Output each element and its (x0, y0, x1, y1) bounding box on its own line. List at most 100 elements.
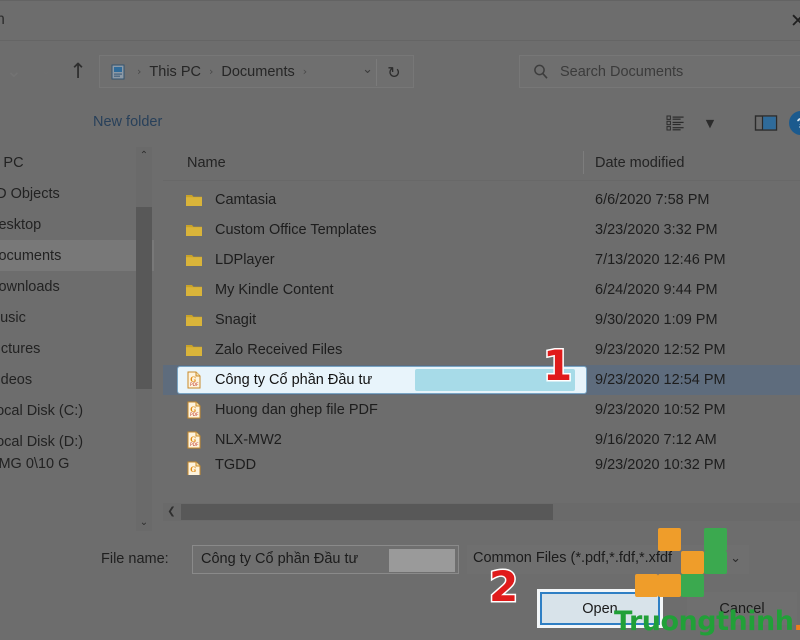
table-row[interactable]: Snagit 9/30/2020 1:09 PM (163, 305, 800, 335)
pdf-file-icon: PDF G (185, 401, 203, 419)
folder-icon (185, 281, 203, 299)
scroll-left-icon[interactable]: ❮ (163, 503, 180, 521)
up-one-level-button[interactable]: ↑ (63, 56, 93, 86)
file-date: 9/23/2020 12:52 PM (595, 342, 726, 358)
folder-icon (185, 341, 203, 359)
file-name: Huong dan ghep file PDF (215, 402, 378, 418)
table-row[interactable]: My Kindle Content 6/24/2020 9:44 PM (163, 275, 800, 305)
redaction-overlay (389, 549, 455, 572)
watermark-square (704, 551, 727, 574)
watermark-square (681, 574, 704, 597)
file-name: Snagit (215, 312, 257, 328)
address-divider (376, 59, 377, 86)
file-name: NLX-MW2 (215, 432, 282, 448)
folder-icon (185, 251, 203, 269)
chevron-down-icon[interactable]: ⌄ (362, 62, 373, 77)
table-row[interactable]: PDF G NLX-MW2 9/16/2020 7:12 AM (163, 425, 800, 455)
file-name: Camtasia (215, 192, 277, 208)
scroll-down-icon[interactable]: ⌄ (136, 514, 152, 531)
file-name: Custom Office Templates (215, 222, 377, 238)
sidebar-item-music[interactable]: Music (0, 302, 154, 333)
search-box[interactable]: Search Documents (519, 55, 800, 88)
table-row[interactable]: Custom Office Templates 3/23/2020 3:32 P… (163, 215, 800, 245)
svg-text:G: G (190, 465, 196, 474)
svg-text:G: G (190, 375, 196, 384)
table-row-selected[interactable]: PDF G Công ty Cổ phần Đầu tư 9/23/2020 1… (163, 365, 800, 395)
file-name: Công ty Cổ phần Đầu tư (215, 372, 373, 388)
command-bar: anize ▼ New folder (0, 100, 800, 146)
svg-text:G: G (190, 405, 196, 414)
file-date: 9/16/2020 7:12 AM (595, 432, 717, 448)
refresh-icon[interactable]: ↻ (381, 61, 407, 84)
new-folder-button[interactable]: New folder (93, 114, 162, 130)
table-row[interactable]: Camtasia 6/6/2020 7:58 PM (163, 185, 800, 215)
folder-icon (185, 221, 203, 239)
sidebar-item-videos[interactable]: Videos (0, 364, 154, 395)
file-name-value: Công ty Cổ phần Đầu tư (201, 551, 359, 567)
file-list-hscrollbar[interactable]: ❮ ❯ (163, 503, 800, 521)
column-divider[interactable] (583, 151, 584, 174)
file-date: 9/23/2020 10:32 PM (595, 457, 726, 473)
folder-icon (185, 311, 203, 329)
table-row[interactable]: G TGDD 9/23/2020 10:32 PM (163, 455, 800, 475)
close-icon[interactable]: ✕ (777, 7, 800, 35)
sidebar-scrollbar[interactable]: ⌃ ⌄ (136, 147, 152, 531)
sidebar-item-label: Documents (0, 247, 62, 264)
column-header-name[interactable]: Name (187, 155, 226, 171)
sidebar-item-desktop[interactable]: Desktop (0, 209, 154, 240)
navigation-bar: → ⌄ ⌄ ↑ › This PC › Documents › ⌄ (0, 42, 800, 100)
watermark-square (704, 528, 727, 551)
file-rows: Camtasia 6/6/2020 7:58 PM Custom Office … (163, 185, 800, 475)
file-date: 9/23/2020 12:54 PM (595, 372, 726, 388)
watermark-square (681, 551, 704, 574)
view-options-caret-icon[interactable]: ▼ (693, 110, 727, 136)
screenshot-root: en ✕ → ⌄ ⌄ ↑ › This PC › (0, 0, 800, 640)
sidebar-item-local-disk-d[interactable]: Local Disk (D:) (0, 426, 154, 457)
table-row[interactable]: Zalo Received Files 9/23/2020 12:52 PM (163, 335, 800, 365)
hscrollbar-thumb[interactable] (181, 504, 553, 520)
address-bar[interactable]: › This PC › Documents › ⌄ ↻ (99, 55, 414, 88)
scroll-up-icon[interactable]: ⌃ (136, 147, 152, 164)
sidebar-item-downloads[interactable]: Downloads (0, 271, 154, 302)
file-date: 6/6/2020 7:58 PM (595, 192, 710, 208)
pdf-file-icon: G (185, 461, 203, 475)
preview-pane-icon[interactable] (749, 110, 783, 136)
sidebar-item-pictures[interactable]: Pictures (0, 333, 154, 364)
file-name-input[interactable]: Công ty Cổ phần Đầu tư (192, 545, 459, 574)
sidebar-item-label: DMG 0\10 G (0, 457, 70, 471)
sidebar-item-label: 3D Objects (0, 185, 60, 202)
scrollbar-thumb[interactable] (136, 207, 152, 389)
breadcrumb-sep-1[interactable]: › (203, 65, 219, 78)
watermark-square (635, 574, 658, 597)
sidebar-item-3d-objects[interactable]: 3D Objects (0, 178, 154, 209)
breadcrumb-documents[interactable]: Documents (219, 64, 296, 80)
navigation-pane: This PC 3D Objects Desktop Documents (0, 147, 154, 531)
file-date: 3/23/2020 3:32 PM (595, 222, 718, 238)
search-input[interactable]: Search Documents (560, 64, 683, 80)
file-name-label: File name: (101, 551, 169, 567)
sidebar-item-label: Local Disk (C:) (0, 402, 84, 419)
file-list-pane: Name Date modified Camtasia 6/6/2020 7:5… (163, 147, 800, 531)
recent-locations-button[interactable]: ⌄ (31, 56, 61, 86)
sidebar-item-dmg[interactable]: DMG 0\10 G (0, 457, 154, 471)
list-view-icon[interactable] (659, 110, 693, 136)
help-button[interactable]: ? (789, 111, 800, 135)
sidebar-item-documents[interactable]: Documents (0, 240, 154, 271)
column-header-date-modified[interactable]: Date modified (595, 155, 684, 171)
table-row[interactable]: LDPlayer 7/13/2020 12:46 PM (163, 245, 800, 275)
column-headers: Name Date modified (163, 147, 800, 181)
search-icon (532, 63, 550, 81)
dialog-title-bar: en ✕ (0, 1, 800, 41)
watermark-square (658, 574, 681, 597)
file-date: 9/23/2020 10:52 PM (595, 402, 726, 418)
sidebar-item-label: Pictures (0, 340, 41, 357)
forward-button[interactable]: ⌄ (0, 56, 29, 86)
table-row[interactable]: PDF G Huong dan ghep file PDF 9/23/2020 … (163, 395, 800, 425)
file-date: 9/30/2020 1:09 PM (595, 312, 718, 328)
sidebar-item-this-pc[interactable]: This PC (0, 147, 154, 178)
breadcrumb-this-pc[interactable]: This PC (147, 64, 203, 80)
breadcrumb-sep-2[interactable]: › (297, 65, 313, 78)
sidebar-item-label: Music (0, 309, 26, 326)
file-date: 7/13/2020 12:46 PM (595, 252, 726, 268)
sidebar-item-local-disk-c[interactable]: Local Disk (C:) (0, 395, 154, 426)
